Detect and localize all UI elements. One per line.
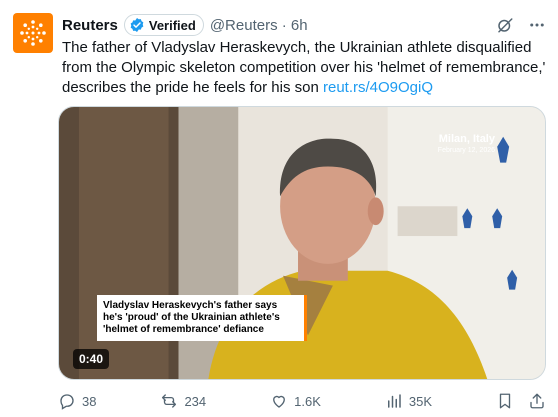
tweet-link[interactable]: reut.rs/4O9OgiQ xyxy=(323,79,433,96)
reply-button[interactable]: 38 xyxy=(58,392,96,410)
views-button[interactable]: 35K xyxy=(385,392,432,410)
share-button[interactable] xyxy=(528,392,546,410)
bookmark-button[interactable] xyxy=(496,392,514,410)
video-caption: Vladyslav Heraskevych's father says he's… xyxy=(97,295,307,341)
author-handle-time[interactable]: @Reuters · 6h xyxy=(210,17,308,34)
header-icons xyxy=(496,16,546,34)
location-date: February 12, 2026 xyxy=(437,147,495,154)
repost-button[interactable]: 234 xyxy=(160,392,206,410)
tweet-actions: 38 234 1.6K 35K xyxy=(58,390,546,412)
avatar[interactable] xyxy=(13,13,53,53)
verified-badge[interactable]: Verified xyxy=(123,14,204,36)
views-icon xyxy=(387,394,401,408)
author-name[interactable]: Reuters xyxy=(62,17,118,34)
bookmark-icon xyxy=(499,393,511,409)
repost-icon xyxy=(162,394,177,408)
verified-label: Verified xyxy=(148,17,196,33)
views-count: 35K xyxy=(408,393,433,409)
like-icon xyxy=(273,395,286,408)
reuters-logo xyxy=(20,20,46,46)
grok-icon xyxy=(498,18,513,33)
share-icon xyxy=(530,393,544,409)
reply-count: 38 xyxy=(82,393,97,409)
verified-badge-icon xyxy=(130,18,144,32)
video-duration: 0:40 xyxy=(73,349,110,369)
tweet-text: The father of Vladyslav Heraskevych, the… xyxy=(62,38,550,98)
video-player[interactable]: Milan, Italy February 12, 2026 Vladyslav… xyxy=(58,106,546,380)
location-city: Milan, Italy xyxy=(438,133,495,145)
tweet-body: The father of Vladyslav Heraskevych, the… xyxy=(62,39,546,96)
repost-count: 234 xyxy=(184,393,207,409)
tweet-header: Reuters Verified @Reuters · 6h xyxy=(62,14,546,36)
secondary-actions xyxy=(496,392,546,410)
like-button[interactable]: 1.6K xyxy=(270,392,321,410)
more-icon xyxy=(530,23,544,27)
more-button[interactable] xyxy=(528,16,546,34)
grok-button[interactable] xyxy=(496,16,514,34)
reply-icon xyxy=(60,394,74,410)
video-location: Milan, Italy February 12, 2026 xyxy=(438,133,495,154)
like-count: 1.6K xyxy=(294,393,321,409)
